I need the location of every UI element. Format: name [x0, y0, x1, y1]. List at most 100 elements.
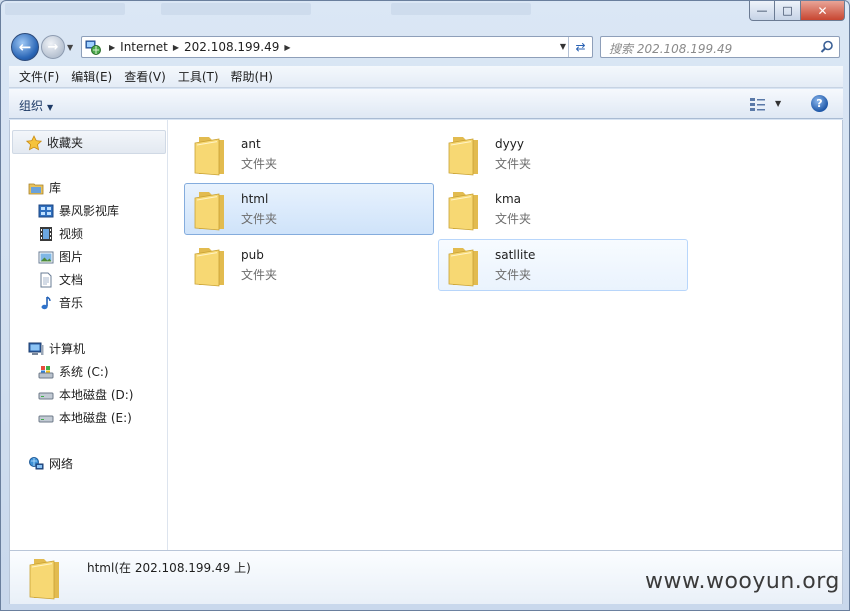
nav-label: 暴风影视库	[59, 204, 120, 218]
folder-item-ant[interactable]: ant 文件夹	[184, 128, 434, 180]
organize-label: 组织	[19, 99, 44, 113]
view-options-icon	[750, 98, 765, 111]
maximize-button[interactable]: □	[775, 1, 801, 21]
folder-icon	[194, 248, 224, 287]
menu-tools[interactable]: 工具(T)	[172, 68, 225, 85]
folder-item-html[interactable]: html 文件夹	[184, 183, 434, 235]
library-icon	[28, 180, 44, 196]
details-title: html(在 202.108.199.49 上)	[87, 561, 251, 575]
menu-help[interactable]: 帮助(H)	[225, 68, 279, 85]
folder-name: ant	[241, 137, 261, 151]
folder-icon	[448, 248, 478, 287]
folder-type: 文件夹	[241, 268, 278, 282]
content-area: 收藏夹 库 暴风影视库 视频 图片 文档 音乐 计算机 系统 (C:) 本地磁盘…	[9, 120, 843, 550]
nav-item-network[interactable]: 网络	[28, 455, 73, 472]
nav-item-baofeng-library[interactable]: 暴风影视库	[38, 202, 119, 219]
nav-item-drive-e[interactable]: 本地磁盘 (E:)	[38, 409, 132, 426]
search-input[interactable]: 搜索 202.108.199.49	[600, 36, 840, 58]
nav-item-drive-d[interactable]: 本地磁盘 (D:)	[38, 386, 133, 403]
hard-drive-icon	[38, 410, 54, 426]
folder-icon	[448, 192, 478, 231]
network-location-icon	[82, 37, 104, 57]
nav-label: 本地磁盘 (E:)	[59, 411, 132, 425]
background-taskbar-ghost	[1, 1, 601, 17]
folder-type: 文件夹	[241, 212, 278, 226]
nav-label: 视频	[59, 227, 84, 241]
title-bar: — □ ✕	[1, 1, 849, 29]
folder-icon	[29, 559, 59, 600]
folder-type: 文件夹	[495, 212, 532, 226]
minimize-button[interactable]: —	[749, 1, 775, 21]
computer-icon	[28, 341, 44, 357]
back-button[interactable]: ←	[11, 33, 39, 61]
close-button[interactable]: ✕	[801, 1, 845, 21]
folder-item-satllite[interactable]: satllite 文件夹	[438, 239, 688, 291]
nav-label-favorites: 收藏夹	[47, 136, 84, 150]
refresh-button[interactable]: ⇄	[568, 37, 592, 57]
file-list: ant 文件夹 dyyy 文件夹 html 文件夹 kma 文件夹 pub 文件…	[169, 120, 843, 550]
command-bar: 组织 ▼ ▼ ?	[9, 89, 843, 119]
forward-button[interactable]: →	[41, 35, 65, 59]
change-view-button[interactable]	[749, 96, 767, 115]
chevron-right-icon: ▶	[109, 42, 116, 52]
menu-view[interactable]: 查看(V)	[118, 68, 172, 85]
watermark: www.wooyun.org	[645, 569, 840, 594]
star-icon	[26, 134, 42, 151]
folder-type: 文件夹	[495, 268, 532, 282]
window-controls: — □ ✕	[749, 1, 845, 22]
folder-icon	[194, 192, 224, 231]
nav-item-favorites[interactable]: 收藏夹	[26, 134, 83, 151]
folder-name: dyyy	[495, 137, 524, 151]
nav-item-computer[interactable]: 计算机	[28, 340, 85, 357]
network-icon	[28, 456, 44, 472]
arrow-right-icon: →	[47, 39, 59, 55]
picture-icon	[38, 249, 54, 265]
address-dropdown-icon[interactable]: ▼	[560, 42, 566, 51]
folder-type: 文件夹	[241, 157, 278, 171]
nav-item-documents[interactable]: 文档	[38, 271, 83, 288]
recent-pages-dropdown[interactable]: ▼	[67, 43, 73, 52]
nav-item-libraries[interactable]: 库	[28, 179, 61, 196]
music-note-icon	[38, 295, 54, 311]
view-dropdown-icon[interactable]: ▼	[775, 99, 781, 108]
breadcrumb-host[interactable]: 202.108.199.49	[184, 40, 279, 54]
navigation-pane: 收藏夹 库 暴风影视库 视频 图片 文档 音乐 计算机 系统 (C:) 本地磁盘…	[10, 120, 168, 550]
folder-icon	[194, 137, 224, 176]
breadcrumb-internet[interactable]: Internet	[120, 40, 168, 54]
folder-type: 文件夹	[495, 157, 532, 171]
nav-label: 文档	[59, 273, 84, 287]
nav-label-network: 网络	[49, 457, 74, 471]
refresh-icon: ⇄	[575, 40, 586, 54]
search-icon[interactable]	[820, 40, 834, 54]
folder-item-dyyy[interactable]: dyyy 文件夹	[438, 128, 688, 180]
organize-button[interactable]: 组织 ▼	[19, 97, 53, 114]
hard-drive-icon	[38, 387, 54, 403]
chevron-down-icon: ▼	[47, 103, 54, 112]
menu-bar: 文件(F) 编辑(E) 查看(V) 工具(T) 帮助(H)	[9, 66, 843, 88]
explorer-window: — □ ✕ ← → ▼ ▶ Internet ▶ 202.108.199.49 …	[0, 0, 850, 611]
menu-edit[interactable]: 编辑(E)	[65, 68, 118, 85]
nav-item-drive-c[interactable]: 系统 (C:)	[38, 363, 109, 380]
folder-name: satllite	[495, 248, 536, 262]
folder-item-kma[interactable]: kma 文件夹	[438, 183, 688, 235]
folder-icon	[448, 137, 478, 176]
folder-name: kma	[495, 192, 521, 206]
help-icon: ?	[816, 97, 823, 110]
film-icon	[38, 226, 54, 242]
nav-label: 本地磁盘 (D:)	[59, 388, 134, 402]
nav-item-music[interactable]: 音乐	[38, 294, 83, 311]
folder-item-pub[interactable]: pub 文件夹	[184, 239, 434, 291]
media-library-icon	[38, 203, 54, 219]
nav-item-pictures[interactable]: 图片	[38, 248, 83, 265]
nav-item-videos[interactable]: 视频	[38, 225, 83, 242]
address-bar[interactable]: ▶ Internet ▶ 202.108.199.49 ▶ ▼ ⇄	[81, 36, 593, 58]
chevron-right-icon[interactable]: ▶	[279, 43, 295, 52]
help-button[interactable]: ?	[811, 95, 828, 112]
chevron-right-icon: ▶	[172, 42, 179, 52]
document-icon	[38, 272, 54, 288]
nav-label: 音乐	[59, 296, 84, 310]
nav-label: 图片	[59, 250, 84, 264]
menu-file[interactable]: 文件(F)	[13, 68, 65, 85]
folder-name: html	[241, 192, 269, 206]
nav-label-computer: 计算机	[49, 342, 86, 356]
